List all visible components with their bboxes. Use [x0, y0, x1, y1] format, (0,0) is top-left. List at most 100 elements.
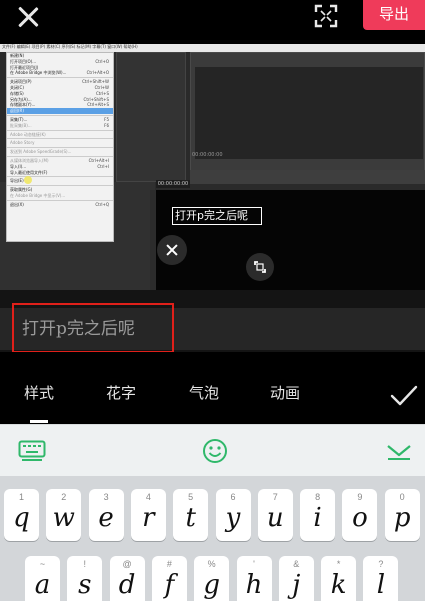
inner-menu-item-label: 存储(S) — [10, 90, 24, 96]
key-char: a — [34, 570, 51, 600]
inner-menu-separator — [7, 138, 113, 140]
inner-menu-item-label: 导出(E) — [10, 178, 24, 184]
key-p[interactable]: 0p — [384, 489, 420, 541]
key-char: e — [98, 503, 114, 533]
key-hint: # — [166, 559, 172, 569]
tab-fancy-text[interactable]: 花字 — [106, 382, 136, 403]
key-hint: 6 — [230, 492, 236, 502]
premiere-screen-recording: 文件(F) 编辑(E) 项目(P) 素材(C) 序列(S) 标记(M) 字幕(T… — [0, 44, 425, 290]
inner-menu-item-label: 关闭(C) — [10, 84, 24, 90]
key-r[interactable]: 4r — [130, 489, 166, 541]
key-char: t — [185, 503, 196, 533]
key-char: s — [78, 570, 92, 600]
key-char: i — [313, 503, 322, 533]
tab-selected-indicator — [30, 420, 48, 423]
inner-menu-item-label: 返回(R) — [10, 108, 24, 114]
caption-resize-icon[interactable] — [246, 253, 274, 281]
emoji-icon-graphic — [203, 439, 227, 463]
checkmark-icon[interactable] — [389, 383, 419, 409]
export-button[interactable]: 导出 — [363, 0, 425, 30]
resize-icon-graphic — [254, 261, 266, 273]
emoji-icon[interactable] — [202, 438, 228, 468]
inner-menu-separator — [7, 77, 113, 79]
inner-menu-item-label: 退出(X) — [10, 201, 24, 207]
key-f[interactable]: # f — [151, 556, 187, 601]
key-char: h — [245, 570, 263, 600]
inner-menu-item: 批采集(B)... F6 — [7, 123, 113, 129]
inner-menubar-text: 文件(F) 编辑(E) 项目(P) 素材(C) 序列(S) 标记(M) 字幕(T… — [2, 44, 138, 49]
inner-menu-item-label: Adobe Story — [10, 140, 35, 146]
soft-keyboard: 1 q 2 w 3 e 4 r 5 t 6 y 7 u 8 i 9 o 0 p ~ a! s @ d # f% g ' h & j * k? l — [0, 476, 425, 601]
inner-menu-separator — [7, 199, 113, 201]
key-char: p — [393, 503, 411, 533]
key-char: g — [203, 570, 221, 600]
video-preview[interactable]: 文件(F) 编辑(E) 项目(P) 素材(C) 序列(S) 标记(M) 字幕(T… — [0, 44, 425, 290]
key-hint: % — [207, 559, 216, 569]
inner-menu-item-label: 批采集(B)... — [10, 122, 32, 128]
inner-menu-item-label: 导入最近使用文件(F) — [10, 169, 48, 175]
inner-menu-item: 在 Adobe Bridge 中显示(V)... — [7, 193, 113, 199]
inner-menu-item-label: 打开项目(O)... — [10, 58, 37, 64]
tab-style[interactable]: 样式 — [24, 382, 54, 403]
tab-bubble[interactable]: 气泡 — [189, 382, 219, 403]
key-char: f — [164, 570, 175, 600]
caption-text-box[interactable]: 打开p完之后呢 — [172, 207, 262, 225]
inner-menu-separator — [7, 176, 113, 178]
key-char: k — [330, 570, 347, 600]
inner-menu-item: Adobe 动态链接(K) — [7, 132, 113, 138]
inner-menu-item: 发送到 Adobe SpeedGrade(S)... — [7, 149, 113, 155]
key-q[interactable]: 1q — [4, 489, 39, 541]
key-u[interactable]: 7u — [257, 489, 293, 541]
inner-menu-item: 导入最近使用文件(F) — [7, 170, 113, 176]
key-j[interactable]: & j — [278, 556, 314, 601]
key-y[interactable]: 6y — [215, 489, 251, 541]
key-hint: ! — [83, 559, 87, 569]
top-bar — [0, 0, 425, 38]
tab-animation[interactable]: 动画 — [270, 382, 300, 403]
inner-timeline — [156, 190, 425, 290]
inner-menu-item: 退出(X) Ctrl+Q — [7, 202, 113, 208]
key-hint: ? — [378, 559, 384, 569]
key-e[interactable]: 3e — [88, 489, 124, 541]
inner-transport-controls — [190, 170, 425, 184]
inner-menu-item-label: 另存为(A)... — [10, 96, 32, 102]
fullscreen-icon[interactable] — [314, 4, 338, 28]
key-char: u — [266, 503, 284, 533]
key-k[interactable]: * k — [321, 556, 357, 601]
collapse-keyboard-icon[interactable] — [386, 443, 412, 465]
inner-menu-item-label: 关闭项目(P) — [10, 79, 32, 85]
inner-menu-item-label: 获取属性(G) — [10, 187, 33, 193]
inner-menu-separator — [7, 155, 113, 157]
inner-timecode: 00:00:00:00 — [156, 180, 190, 188]
keyboard-toolbar — [0, 424, 425, 476]
close-icon[interactable] — [14, 3, 42, 31]
annotation-highlight-box — [12, 303, 174, 353]
key-i[interactable]: 8i — [300, 489, 336, 541]
inner-menu-item-label: 存储副本(Y)... — [10, 102, 36, 108]
inner-menu-separator — [7, 147, 113, 149]
key-hint: 7 — [272, 492, 278, 502]
key-a[interactable]: ~ a — [25, 556, 60, 601]
key-l[interactable]: ? l — [363, 556, 399, 601]
key-d[interactable]: @ d — [109, 556, 145, 601]
inner-menu-item-shortcut: F6 — [104, 122, 109, 128]
key-hint: 3 — [103, 492, 109, 502]
inner-menu-item-label: 采集(T)... — [10, 116, 28, 122]
key-o[interactable]: 9o — [342, 489, 378, 541]
key-hint: 9 — [357, 492, 363, 502]
key-h[interactable]: ' h — [236, 556, 272, 601]
inner-menu-item-label: 从媒体浏览器导入(M) — [10, 157, 49, 163]
caption-delete-icon[interactable] — [157, 235, 187, 265]
key-s[interactable]: ! s — [67, 556, 103, 601]
key-char: l — [376, 570, 386, 600]
inner-menu-separator — [7, 185, 113, 187]
inner-source-panel — [116, 52, 186, 182]
key-t[interactable]: 5t — [173, 489, 209, 541]
key-g[interactable]: % g — [194, 556, 230, 601]
keyboard-icon[interactable] — [18, 440, 46, 466]
inner-file-menu: 新建(N) 打开项目(O)... Ctrl+O 打开最近项目(J) 在 Adobe Br… — [6, 52, 114, 242]
key-w[interactable]: 2w — [46, 489, 82, 541]
checkmark-icon-graphic — [390, 385, 418, 406]
key-char: r — [142, 503, 155, 533]
key-hint: 8 — [315, 492, 321, 502]
